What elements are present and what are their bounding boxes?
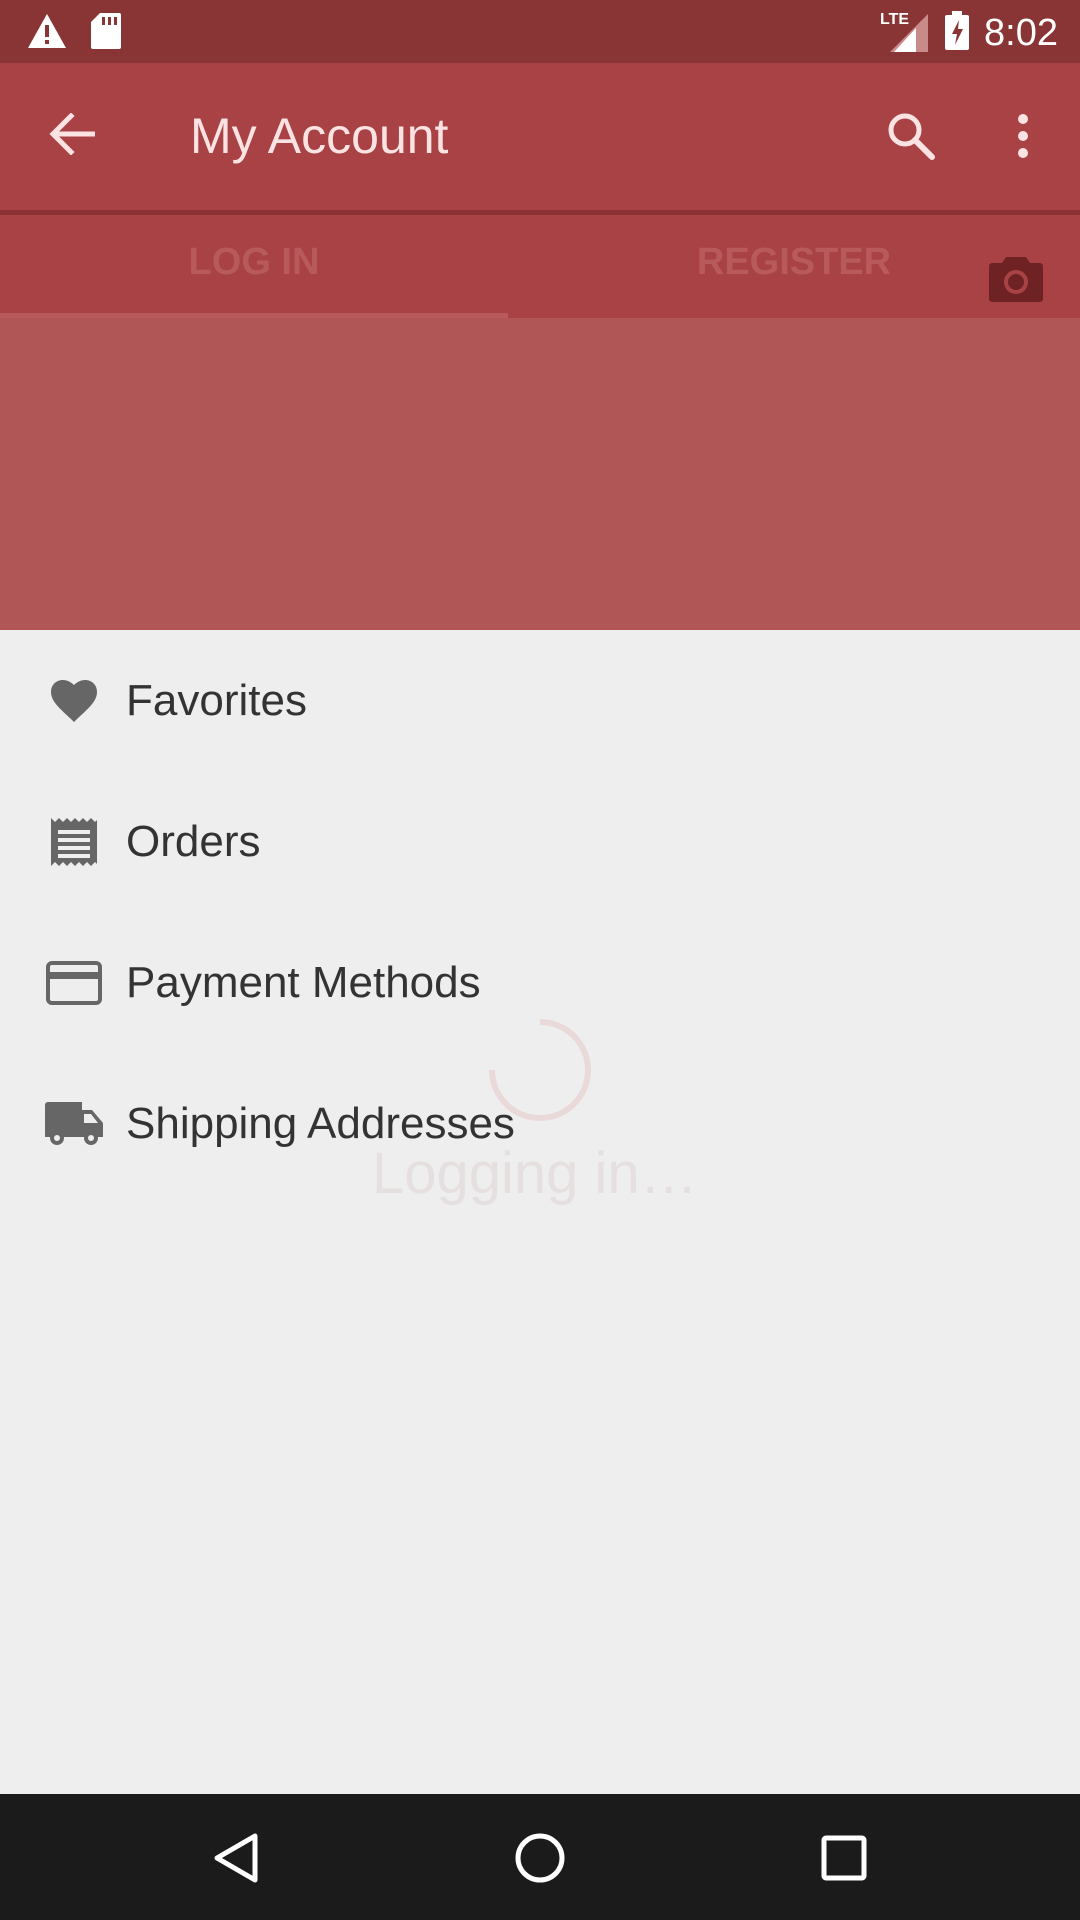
lte-signal-icon: LTE [880,8,930,59]
loading-text: Logging in… [372,1141,698,1206]
more-vert-icon [1016,113,1030,164]
menu-item-label: Favorites [126,675,307,725]
tab-login[interactable]: LOG IN [0,215,508,310]
back-button[interactable] [40,103,106,169]
search-icon [886,111,936,166]
recents-square-icon [820,1834,868,1887]
status-bar: LTE 8:02 [0,0,1080,63]
back-arrow-icon [49,111,97,160]
sd-card-icon [90,12,122,55]
menu-item-favorites[interactable]: Favorites [0,630,1080,771]
credit-card-icon [44,953,104,1013]
menu-item-label: Orders [126,816,261,866]
camera-button[interactable] [988,255,1046,305]
battery-charging-icon [944,11,970,56]
home-circle-icon [514,1832,566,1889]
page-title: My Account [190,108,449,164]
more-options-button[interactable] [990,105,1056,171]
back-triangle-icon [213,1832,259,1889]
warning-icon [26,12,68,55]
system-nav-bar [0,1794,1080,1920]
tab-bar: LOG IN REGISTER [0,215,1080,319]
nav-back-button[interactable] [200,1824,272,1896]
app-bar: My Account [0,63,1080,210]
menu-item-orders[interactable]: Orders [0,771,1080,912]
svg-text:LTE: LTE [880,11,909,28]
truck-icon [44,1094,104,1154]
status-time: 8:02 [984,12,1058,54]
search-button[interactable] [878,105,944,171]
loading-spinner [488,1018,592,1122]
account-header-panel [0,318,1080,630]
receipt-icon [44,812,104,872]
menu-item-label: Payment Methods [126,957,481,1007]
nav-recents-button[interactable] [808,1824,880,1896]
camera-icon [988,257,1044,307]
heart-icon [44,671,104,731]
nav-home-button[interactable] [504,1824,576,1896]
